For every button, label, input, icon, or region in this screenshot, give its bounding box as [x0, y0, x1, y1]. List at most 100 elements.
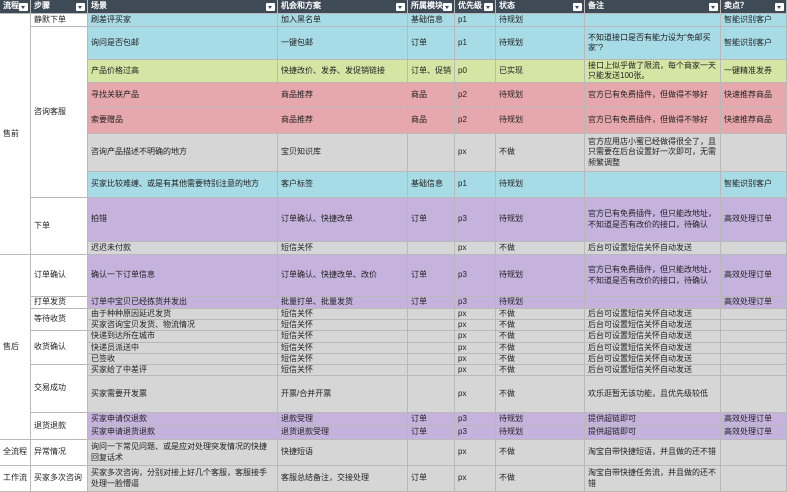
- row-module[interactable]: [408, 320, 455, 331]
- row-note[interactable]: 后台可设置短信关怀自动发送: [585, 320, 721, 331]
- row-selling[interactable]: 快速推荐商品: [721, 108, 787, 134]
- row-status[interactable]: 待规划: [496, 83, 585, 108]
- row-status[interactable]: 不做: [496, 466, 585, 492]
- row-selling[interactable]: [721, 242, 787, 255]
- filter-dropdown-icon[interactable]: [76, 3, 85, 11]
- row-priority[interactable]: px: [455, 343, 496, 354]
- row-plan[interactable]: 商品推荐: [278, 108, 408, 134]
- row-selling[interactable]: [721, 440, 787, 466]
- row-selling[interactable]: 一键精准发券: [721, 60, 787, 83]
- filter-dropdown-icon[interactable]: [266, 3, 275, 11]
- row-scene[interactable]: 寻找关联产品: [88, 83, 278, 108]
- row-scene[interactable]: 买家给了中差评: [88, 365, 278, 376]
- row-plan[interactable]: 开票/合并开票: [278, 376, 408, 413]
- row-selling[interactable]: [721, 354, 787, 365]
- row-selling[interactable]: [721, 309, 787, 320]
- row-priority[interactable]: px: [455, 466, 496, 492]
- row-plan[interactable]: 快捷改价、发券、发促销链接: [278, 60, 408, 83]
- row-module[interactable]: [408, 376, 455, 413]
- row-scene[interactable]: 迟迟未付款: [88, 242, 278, 255]
- row-module[interactable]: 商品: [408, 83, 455, 108]
- step-cell[interactable]: 下单: [31, 198, 88, 255]
- row-status[interactable]: 不做: [496, 320, 585, 331]
- row-scene[interactable]: 买家咨询宝贝发货、物流情况: [88, 320, 278, 331]
- row-note[interactable]: 后台可设置短信关怀自动发送: [585, 365, 721, 376]
- row-note[interactable]: 后台可设置短信关怀自动发送: [585, 354, 721, 365]
- row-selling[interactable]: [721, 134, 787, 172]
- row-scene[interactable]: 买家申请退货退款: [88, 426, 278, 440]
- row-priority[interactable]: p2: [455, 83, 496, 108]
- row-status[interactable]: 待规划: [496, 108, 585, 134]
- step-cell[interactable]: 退货退款: [31, 413, 88, 440]
- row-scene[interactable]: 咨询产品描述不明确的地方: [88, 134, 278, 172]
- row-scene[interactable]: 快递员派送中: [88, 343, 278, 354]
- row-status[interactable]: 不做: [496, 343, 585, 354]
- row-priority[interactable]: p3: [455, 198, 496, 242]
- row-selling[interactable]: [721, 466, 787, 492]
- row-status[interactable]: 不做: [496, 376, 585, 413]
- row-status[interactable]: 不做: [496, 354, 585, 365]
- row-priority[interactable]: p1: [455, 14, 496, 27]
- row-module[interactable]: [408, 309, 455, 320]
- row-module[interactable]: [408, 354, 455, 365]
- row-selling[interactable]: 高效处理订单: [721, 255, 787, 297]
- step-cell[interactable]: 咨询客服: [31, 27, 88, 198]
- filter-dropdown-icon[interactable]: [484, 3, 493, 11]
- row-priority[interactable]: px: [455, 331, 496, 343]
- row-priority[interactable]: p0: [455, 60, 496, 83]
- row-selling[interactable]: 高效处理订单: [721, 413, 787, 426]
- row-plan[interactable]: 批量打单、批量发货: [278, 297, 408, 309]
- stage-cell[interactable]: 售后: [0, 255, 31, 440]
- row-note[interactable]: 淘宝自带快捷短语，并且做的还不错: [585, 440, 721, 466]
- row-note[interactable]: 官方已有免费插件，但只能改地址，不知道是否有改价的接口，待确认: [585, 198, 721, 242]
- row-status[interactable]: 待规划: [496, 413, 585, 426]
- row-status[interactable]: 待规划: [496, 27, 585, 60]
- row-scene[interactable]: 买家多次咨询，分别对接上好几个客服，客服接手处理一脸懵逼: [88, 466, 278, 492]
- row-status[interactable]: 待规划: [496, 426, 585, 440]
- row-plan[interactable]: 订单确认、快捷改单、改价: [278, 255, 408, 297]
- row-note[interactable]: 后台可设置短信关怀自动发送: [585, 343, 721, 354]
- row-module[interactable]: 订单: [408, 198, 455, 242]
- filter-dropdown-icon[interactable]: [19, 3, 28, 11]
- row-note[interactable]: 后台可设置短信关怀自动发送: [585, 242, 721, 255]
- row-note[interactable]: 官方已有免费插件，但做得不够好: [585, 83, 721, 108]
- row-module[interactable]: [408, 242, 455, 255]
- row-priority[interactable]: p1: [455, 27, 496, 60]
- row-selling[interactable]: 高效处理订单: [721, 426, 787, 440]
- row-note[interactable]: [585, 172, 721, 198]
- row-priority[interactable]: px: [455, 309, 496, 320]
- row-scene[interactable]: 拍错: [88, 198, 278, 242]
- row-module[interactable]: 订单: [408, 413, 455, 426]
- row-note[interactable]: 官方应用店小蜜已经做得很全了，且只需要在后台设置好一次即可，无需频繁调整: [585, 134, 721, 172]
- row-note[interactable]: 官方已有免费插件，但只能改地址，不知道是否有改价的接口，待确认: [585, 255, 721, 297]
- row-module[interactable]: [408, 331, 455, 343]
- row-module[interactable]: 基础信息: [408, 14, 455, 27]
- row-selling[interactable]: 高效处理订单: [721, 297, 787, 309]
- row-plan[interactable]: 订单确认、快捷改单: [278, 198, 408, 242]
- row-status[interactable]: 已实现: [496, 60, 585, 83]
- row-module[interactable]: 订单: [408, 255, 455, 297]
- row-status[interactable]: 待规划: [496, 14, 585, 27]
- filter-dropdown-icon[interactable]: [775, 3, 784, 11]
- row-status[interactable]: 不做: [496, 242, 585, 255]
- row-status[interactable]: 不做: [496, 331, 585, 343]
- row-scene[interactable]: 索要赠品: [88, 108, 278, 134]
- row-priority[interactable]: px: [455, 320, 496, 331]
- row-module[interactable]: 基础信息: [408, 172, 455, 198]
- row-scene[interactable]: 已签收: [88, 354, 278, 365]
- row-status[interactable]: 不做: [496, 309, 585, 320]
- row-plan[interactable]: 短信关怀: [278, 309, 408, 320]
- row-module[interactable]: 订单: [408, 426, 455, 440]
- row-priority[interactable]: px: [455, 440, 496, 466]
- step-cell[interactable]: 订单确认: [31, 255, 88, 297]
- row-priority[interactable]: px: [455, 134, 496, 172]
- row-note[interactable]: 淘宝自带快捷任务流，并且做的还不错: [585, 466, 721, 492]
- row-plan[interactable]: 商品推荐: [278, 83, 408, 108]
- row-scene[interactable]: 买家需要开发票: [88, 376, 278, 413]
- row-plan[interactable]: 退款受理: [278, 413, 408, 426]
- step-cell[interactable]: 交易成功: [31, 365, 88, 413]
- row-module[interactable]: 订单: [408, 297, 455, 309]
- row-module[interactable]: [408, 343, 455, 354]
- row-plan[interactable]: 短信关怀: [278, 354, 408, 365]
- row-module[interactable]: 订单: [408, 466, 455, 492]
